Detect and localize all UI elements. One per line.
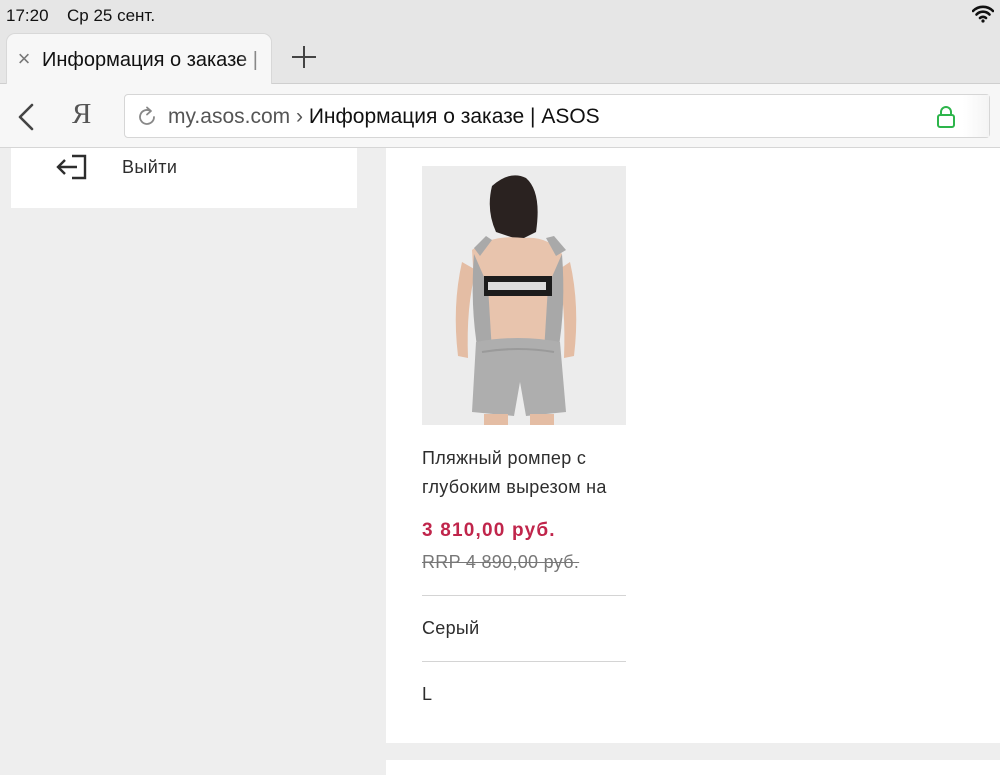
product-photo	[422, 166, 626, 425]
close-icon[interactable]: ×	[15, 46, 33, 72]
product-size: L	[422, 684, 433, 704]
wifi-icon	[972, 5, 994, 23]
status-bar: 17:20 Ср 25 сент.	[0, 0, 1000, 30]
url-page-title: Информация о заказе | ASOS	[308, 105, 600, 128]
back-icon[interactable]	[14, 102, 40, 132]
tab-order-info[interactable]: × Информация о заказе | ASOS	[6, 33, 272, 84]
order-details: Пляжный ромпер с глубоким вырезом на 3 8…	[386, 148, 1000, 743]
divider	[422, 595, 626, 596]
account-menu: Выйти	[11, 148, 357, 208]
tab-fade	[239, 34, 271, 84]
status-time: 17:20	[6, 6, 49, 25]
url-text: my.asos.com › Информация о заказе | ASOS	[168, 105, 600, 129]
status-date: Ср 25 сент.	[67, 6, 156, 25]
address-bar[interactable]: my.asos.com › Информация о заказе | ASOS	[124, 94, 990, 138]
browser-toolbar: Я my.asos.com › Информация о заказе | AS…	[0, 84, 1000, 148]
plus-icon[interactable]	[286, 42, 322, 72]
lock-icon[interactable]	[935, 105, 957, 129]
divider	[422, 661, 626, 662]
next-section-card	[386, 760, 1000, 775]
reload-icon[interactable]	[135, 105, 159, 129]
tab-title: Информация о заказе | ASOS	[42, 49, 262, 71]
yandex-logo-button[interactable]: Я	[72, 98, 98, 134]
product-name[interactable]: Пляжный ромпер с глубоким вырезом на	[422, 444, 632, 502]
product-image[interactable]	[422, 166, 626, 425]
logout-icon	[56, 154, 87, 180]
logout-label: Выйти	[122, 157, 178, 177]
url-domain: my.asos.com	[168, 105, 291, 128]
tab-bar: × Информация о заказе | ASOS	[0, 30, 1000, 84]
product-rrp-price: RRP 4 890,00 руб.	[422, 552, 580, 572]
product-color: Серый	[422, 618, 480, 638]
url-separator: ›	[290, 105, 309, 128]
logout-menu-item[interactable]: Выйти	[11, 148, 357, 188]
url-edge-fade	[963, 95, 989, 137]
product-price: 3 810,00 руб.	[422, 520, 556, 541]
